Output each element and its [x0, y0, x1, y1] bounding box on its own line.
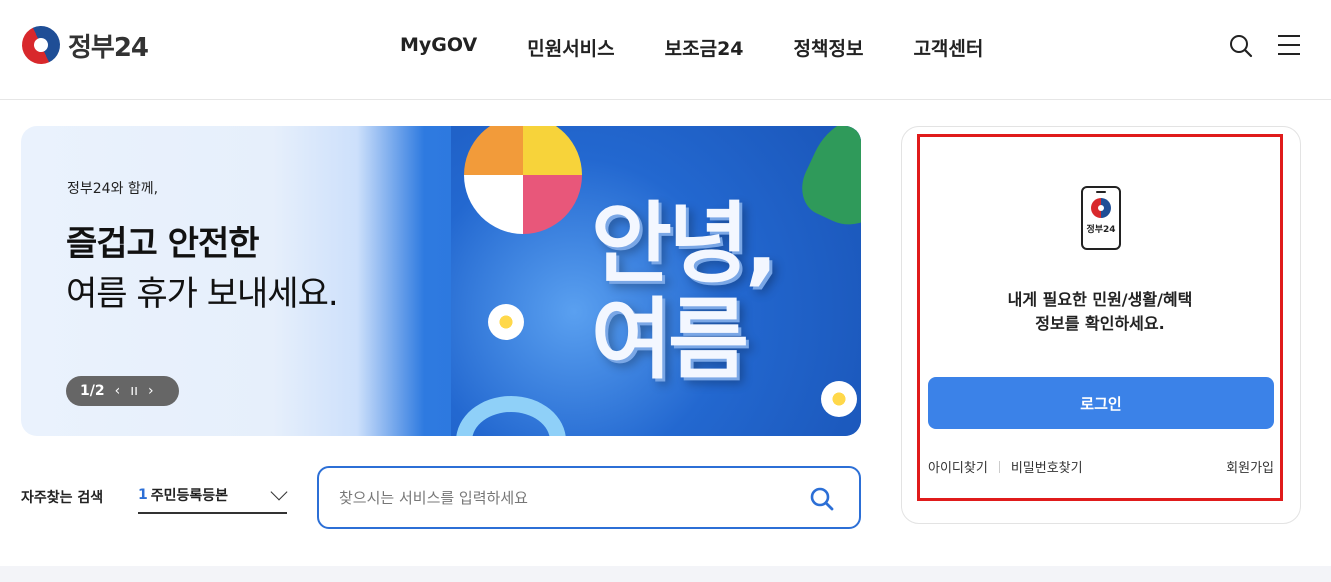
search-icon[interactable]	[809, 486, 835, 512]
login-button[interactable]: 로그인	[928, 377, 1274, 429]
section-divider-strip	[0, 566, 1331, 582]
taegeuk-logo-icon	[1091, 198, 1111, 218]
find-password-link[interactable]: 비밀번호찾기	[1011, 457, 1083, 476]
quick-search-select[interactable]: 1 주민등록등본	[138, 478, 288, 514]
login-message: 내게 필요한 민원/생활/혜택 정보를 확인하세요.	[1007, 290, 1193, 333]
nav-item-mygov[interactable]: MyGOV	[400, 34, 477, 61]
banner-title-line2: 여름 휴가 보내세요.	[66, 274, 339, 314]
search-icon[interactable]	[1228, 33, 1254, 59]
find-id-link[interactable]: 아이디찾기	[928, 457, 988, 476]
flower-icon	[821, 381, 857, 417]
logo[interactable]: 정부24	[15, 19, 149, 71]
nav-item-policy-info[interactable]: 정책정보	[794, 34, 864, 61]
next-slide-icon[interactable]: ›	[148, 383, 154, 399]
service-search-box	[317, 466, 861, 529]
pager-count: 1/2	[80, 383, 105, 399]
banner-subtitle: 정부24와 함께,	[67, 181, 159, 197]
nav-item-subsidy24[interactable]: 보조금24	[665, 34, 744, 61]
quick-search-label: 자주찾는 검색	[21, 490, 104, 506]
pause-icon[interactable]: ıı	[130, 383, 138, 399]
phone-label: 정부24	[1086, 225, 1116, 235]
signup-link[interactable]: 회원가입	[1226, 457, 1274, 476]
banner-art-text: 안녕, 여름	[591, 192, 778, 391]
prev-slide-icon[interactable]: ‹	[115, 383, 121, 399]
taegeuk-logo-icon	[15, 19, 67, 71]
hero-banner[interactable]: 안녕, 여름 정부24와 함께, 즐겁고 안전한 여름 휴가 보내세요. 1/2…	[21, 126, 861, 436]
header: 정부24 MyGOV 민원서비스 보조금24 정책정보 고객센터	[0, 0, 1331, 100]
account-links: 아이디찾기 비밀번호찾기 회원가입	[928, 457, 1274, 476]
main-nav: MyGOV 민원서비스 보조금24 정책정보 고객센터	[400, 34, 983, 61]
hamburger-menu-icon[interactable]	[1278, 35, 1300, 55]
quick-search-value: 주민등록등본	[150, 488, 229, 504]
divider	[998, 460, 1000, 473]
banner-pager: 1/2 ‹ ıı ›	[66, 376, 179, 406]
banner-title-line1: 즐겁고 안전한	[66, 224, 260, 264]
service-search-input[interactable]	[339, 488, 779, 507]
chevron-down-icon	[270, 483, 288, 501]
nav-item-customer-center[interactable]: 고객센터	[913, 34, 983, 61]
flower-icon	[488, 304, 524, 340]
logo-text: 정부24	[68, 32, 149, 63]
nav-item-civil-services[interactable]: 민원서비스	[527, 34, 614, 61]
quick-search-rank: 1	[138, 487, 148, 503]
mobile-phone-icon: 정부24	[1081, 186, 1121, 250]
